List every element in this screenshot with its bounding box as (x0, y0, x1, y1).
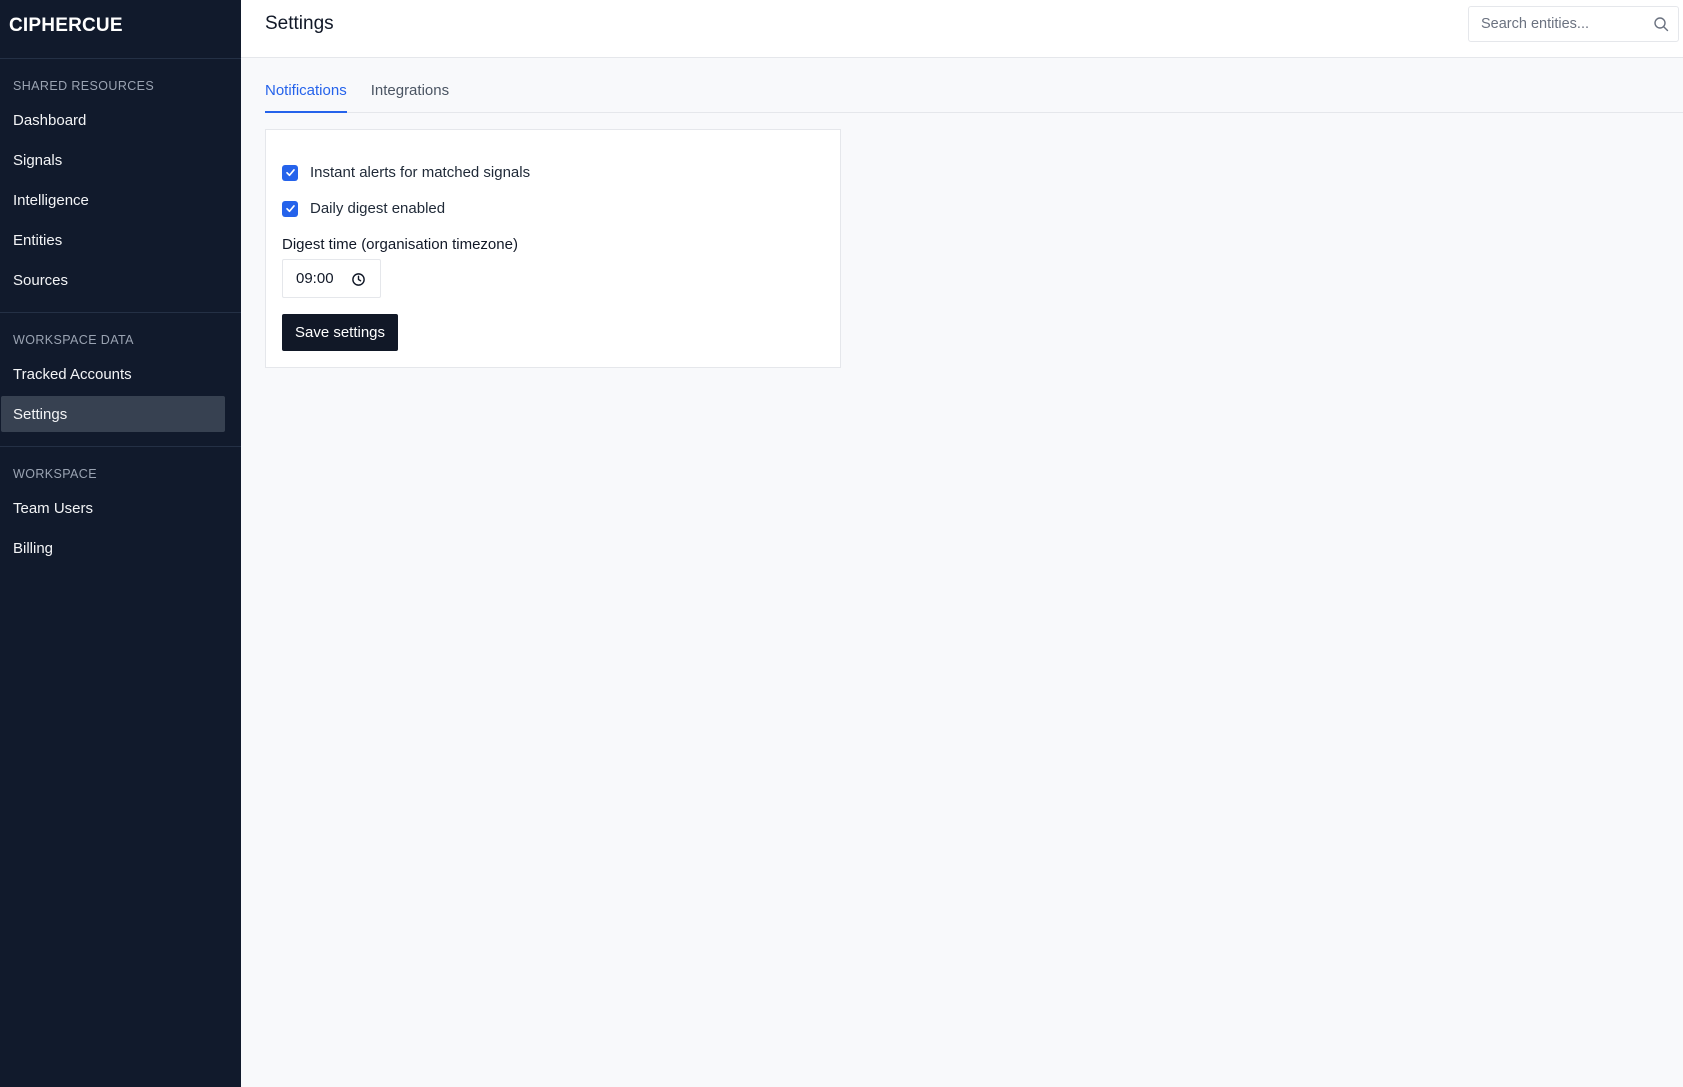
sidebar-item-billing[interactable]: Billing (1, 530, 225, 566)
sidebar-item-signals[interactable]: Signals (1, 142, 225, 178)
sidebar-item-sources[interactable]: Sources (1, 262, 225, 298)
daily-digest-row: Daily digest enabled (282, 200, 445, 217)
sidebar-item-tracked-accounts[interactable]: Tracked Accounts (1, 356, 225, 392)
daily-digest-checkbox[interactable] (282, 200, 298, 217)
nav-section-shared-resources: SHARED RESOURCES Dashboard Signals Intel… (0, 59, 241, 298)
instant-alerts-checkbox[interactable] (282, 164, 298, 181)
tab-integrations[interactable]: Integrations (371, 80, 449, 112)
digest-time-label: Digest time (organisation timezone) (282, 236, 518, 253)
tab-notifications[interactable]: Notifications (265, 80, 347, 113)
instant-alerts-label: Instant alerts for matched signals (310, 164, 531, 181)
check-icon (285, 169, 295, 177)
digest-time-value: 09:00 (296, 270, 334, 287)
settings-tabs: Notifications Integrations (265, 80, 1683, 113)
section-label: WORKSPACE DATA (13, 333, 134, 347)
nav-section-workspace-data: WORKSPACE DATA Tracked Accounts Settings (0, 312, 241, 432)
sidebar: CIPHERCUE SHARED RESOURCES Dashboard Sig… (0, 0, 241, 1087)
search-icon[interactable] (1653, 16, 1669, 32)
check-icon (285, 205, 295, 213)
section-label: WORKSPACE (13, 467, 97, 481)
search-box[interactable] (1468, 6, 1679, 42)
notification-settings-card: Instant alerts for matched signals Daily… (265, 129, 841, 368)
sidebar-item-entities[interactable]: Entities (1, 222, 225, 258)
sidebar-item-settings[interactable]: Settings (1, 396, 225, 432)
sidebar-item-intelligence[interactable]: Intelligence (1, 182, 225, 218)
sidebar-item-team-users[interactable]: Team Users (1, 490, 225, 526)
clock-icon[interactable] (351, 272, 366, 287)
digest-time-input[interactable]: 09:00 (282, 259, 381, 298)
sidebar-item-dashboard[interactable]: Dashboard (1, 102, 225, 138)
daily-digest-label: Daily digest enabled (310, 200, 446, 217)
instant-alerts-row: Instant alerts for matched signals (282, 164, 530, 181)
search-input[interactable] (1469, 16, 1649, 32)
brand-logo: CIPHERCUE (0, 0, 241, 59)
page-title: Settings (265, 13, 334, 34)
nav-section-workspace: WORKSPACE Team Users Billing (0, 446, 241, 566)
save-settings-button[interactable]: Save settings (282, 314, 398, 351)
section-label: SHARED RESOURCES (13, 79, 155, 93)
top-header: Settings (241, 0, 1683, 58)
